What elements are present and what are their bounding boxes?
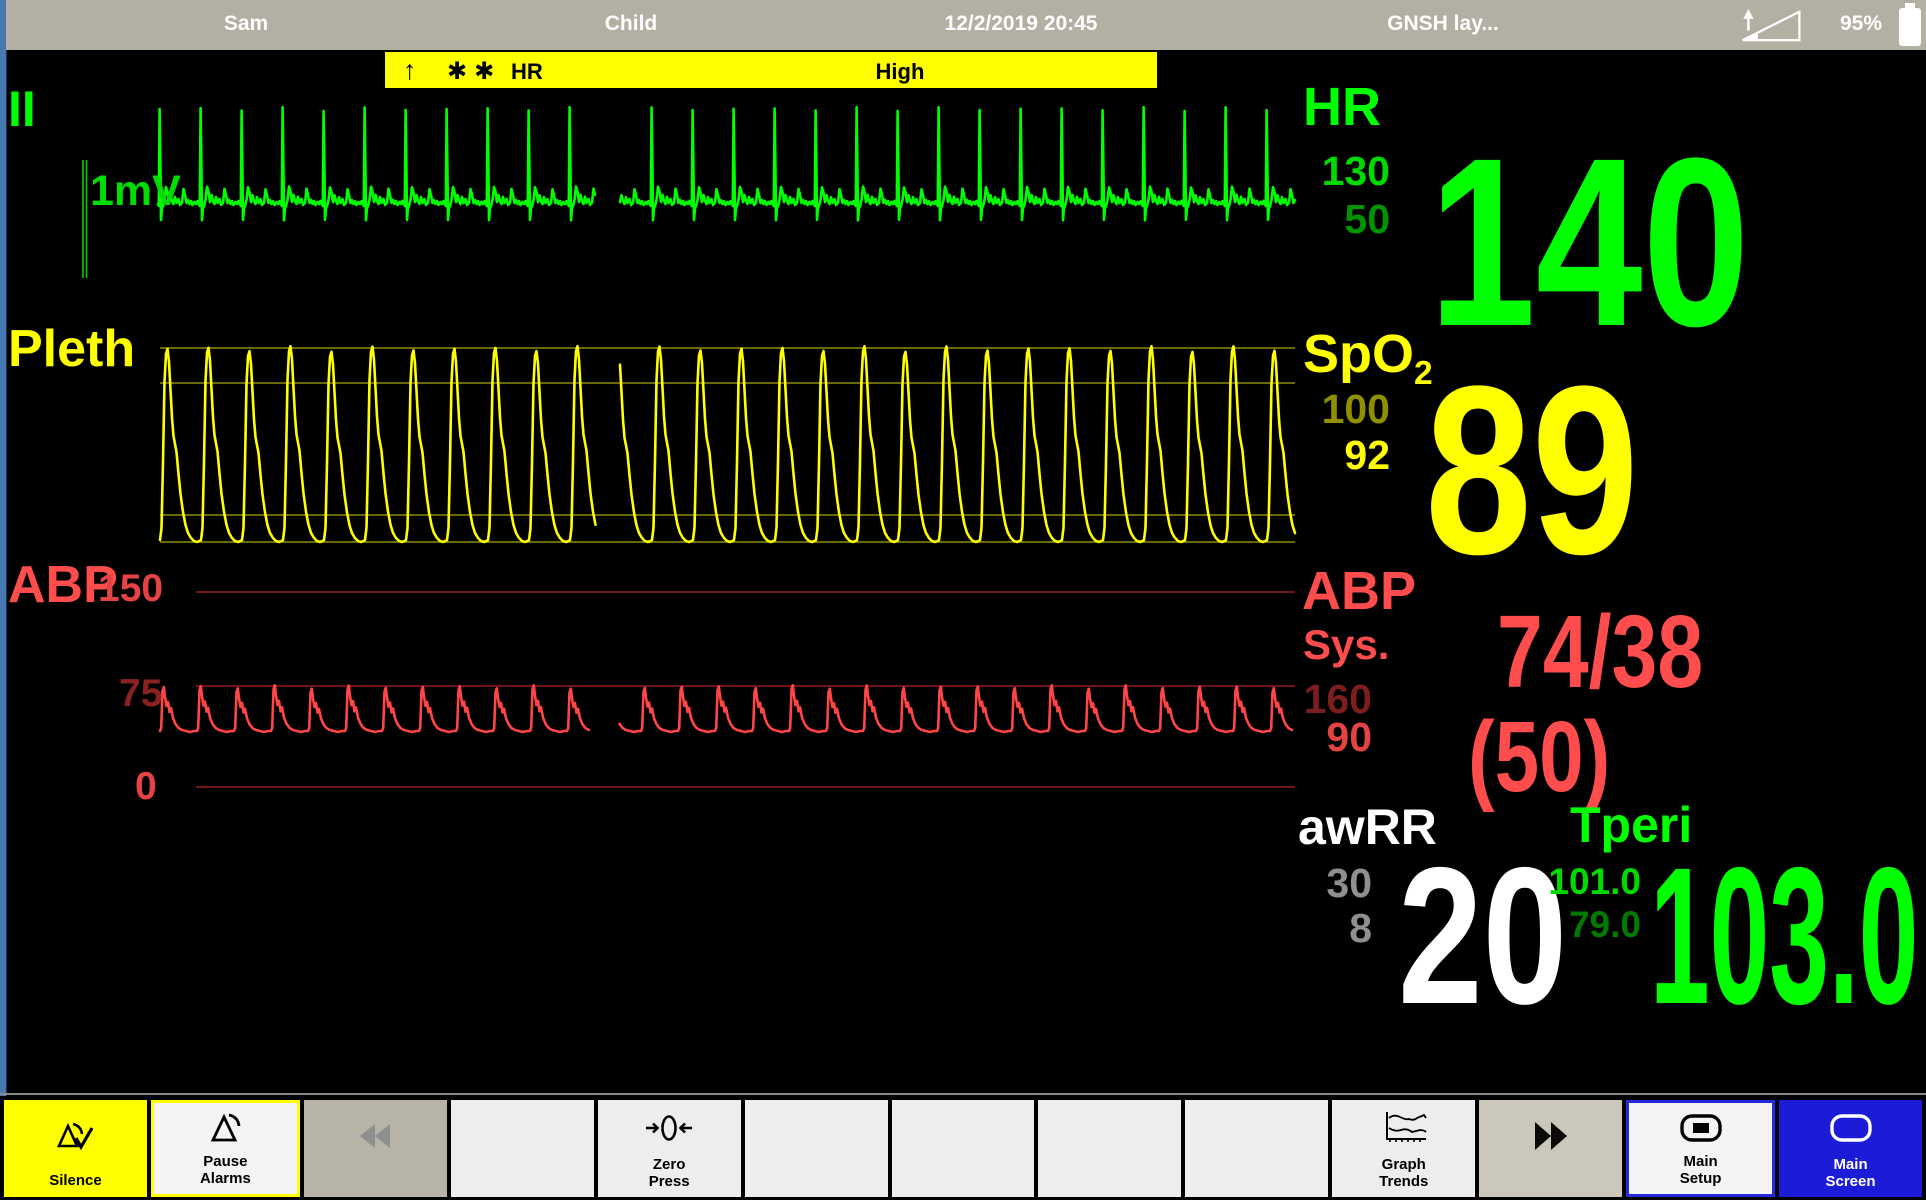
ecg-lead-label[interactable]: II [8,84,36,134]
alarm-silence-icon [4,1100,147,1172]
spo2-low-limit: 92 [1344,432,1390,478]
slot-3-button [891,1100,1035,1197]
main-setup-button[interactable]: Main Setup [1626,1100,1776,1197]
tperi-value: 103.0 [1650,827,1919,1045]
graph-trends-icon [1332,1100,1475,1156]
spo2-label: SpO2 [1303,324,1433,392]
fast-forward-icon [1479,1100,1622,1172]
rewind-button[interactable] [303,1100,447,1197]
toolbar-divider [0,1093,1926,1095]
abp-low-limit: 90 [1326,714,1372,760]
main-screen-button[interactable]: Main Screen [1779,1100,1922,1197]
abp-value: 74/38 [1497,594,1704,709]
silence-label: Silence [49,1172,102,1189]
spo2-high-limit: 100 [1321,386,1390,432]
awrr-low-limit: 8 [1349,905,1372,951]
tperi-high-limit: 101.0 [1548,861,1641,902]
main-screen-label: Main Screen [1825,1155,1876,1190]
silence-button[interactable]: Silence [4,1100,147,1197]
pause-alarms-button[interactable]: Pause Alarms [150,1100,300,1197]
graph-trends-button[interactable]: Graph Trends [1332,1100,1476,1197]
pleth-wave-label[interactable]: Pleth [8,323,135,375]
abp-scale-bottom: 0 [135,765,157,808]
zero-press-label: Zero Press [648,1155,690,1190]
ecg-waveform [156,105,597,222]
hr-label: HR [1303,77,1381,137]
abp-mean-value: (50) [1468,701,1611,813]
abp-sublabel: Sys. [1303,621,1390,668]
rewind-icon [304,1100,447,1172]
zero-press-button[interactable]: Zero Press [597,1100,741,1197]
slot-1-button [450,1100,594,1197]
spo2-value: 89 [1425,336,1639,604]
hr-high-limit: 130 [1321,148,1390,194]
toolbar: Silence Pause Alarms Zero Press Graph Trend… [0,1096,1926,1200]
abp-waveform [158,683,591,734]
ecg-calibration-label: 1mV [90,167,181,215]
hr-low-limit: 50 [1344,196,1390,242]
abp-label: ABP [1302,561,1417,621]
slot-4-button [1038,1100,1182,1197]
abp-scale-top: 150 [98,567,164,610]
hr-value: 140 [1429,108,1750,376]
ecg-waveform [618,105,1297,222]
main-setup-icon [1629,1103,1772,1153]
slot-2-button [744,1100,888,1197]
abp-waveform [618,683,1294,734]
tperi-low-limit: 79.0 [1568,904,1641,945]
graph-trends-label: Graph Trends [1379,1155,1429,1190]
fast-forward-button[interactable] [1479,1100,1623,1197]
pause-alarms-label: Pause Alarms [199,1152,251,1187]
main-screen-icon [1779,1100,1922,1156]
zero-press-icon [598,1100,741,1156]
pleth-waveform [618,344,1297,544]
abp-scale-mid: 75 [119,672,163,715]
patient-monitor-screen: Sam Child 12/2/2019 20:45 GNSH lay... 95… [0,0,1926,1200]
slot-5-button [1185,1100,1329,1197]
main-setup-label: Main Setup [1679,1152,1722,1187]
alarm-pause-icon [154,1103,297,1153]
pleth-waveform [158,344,597,544]
awrr-high-limit: 30 [1326,860,1372,906]
